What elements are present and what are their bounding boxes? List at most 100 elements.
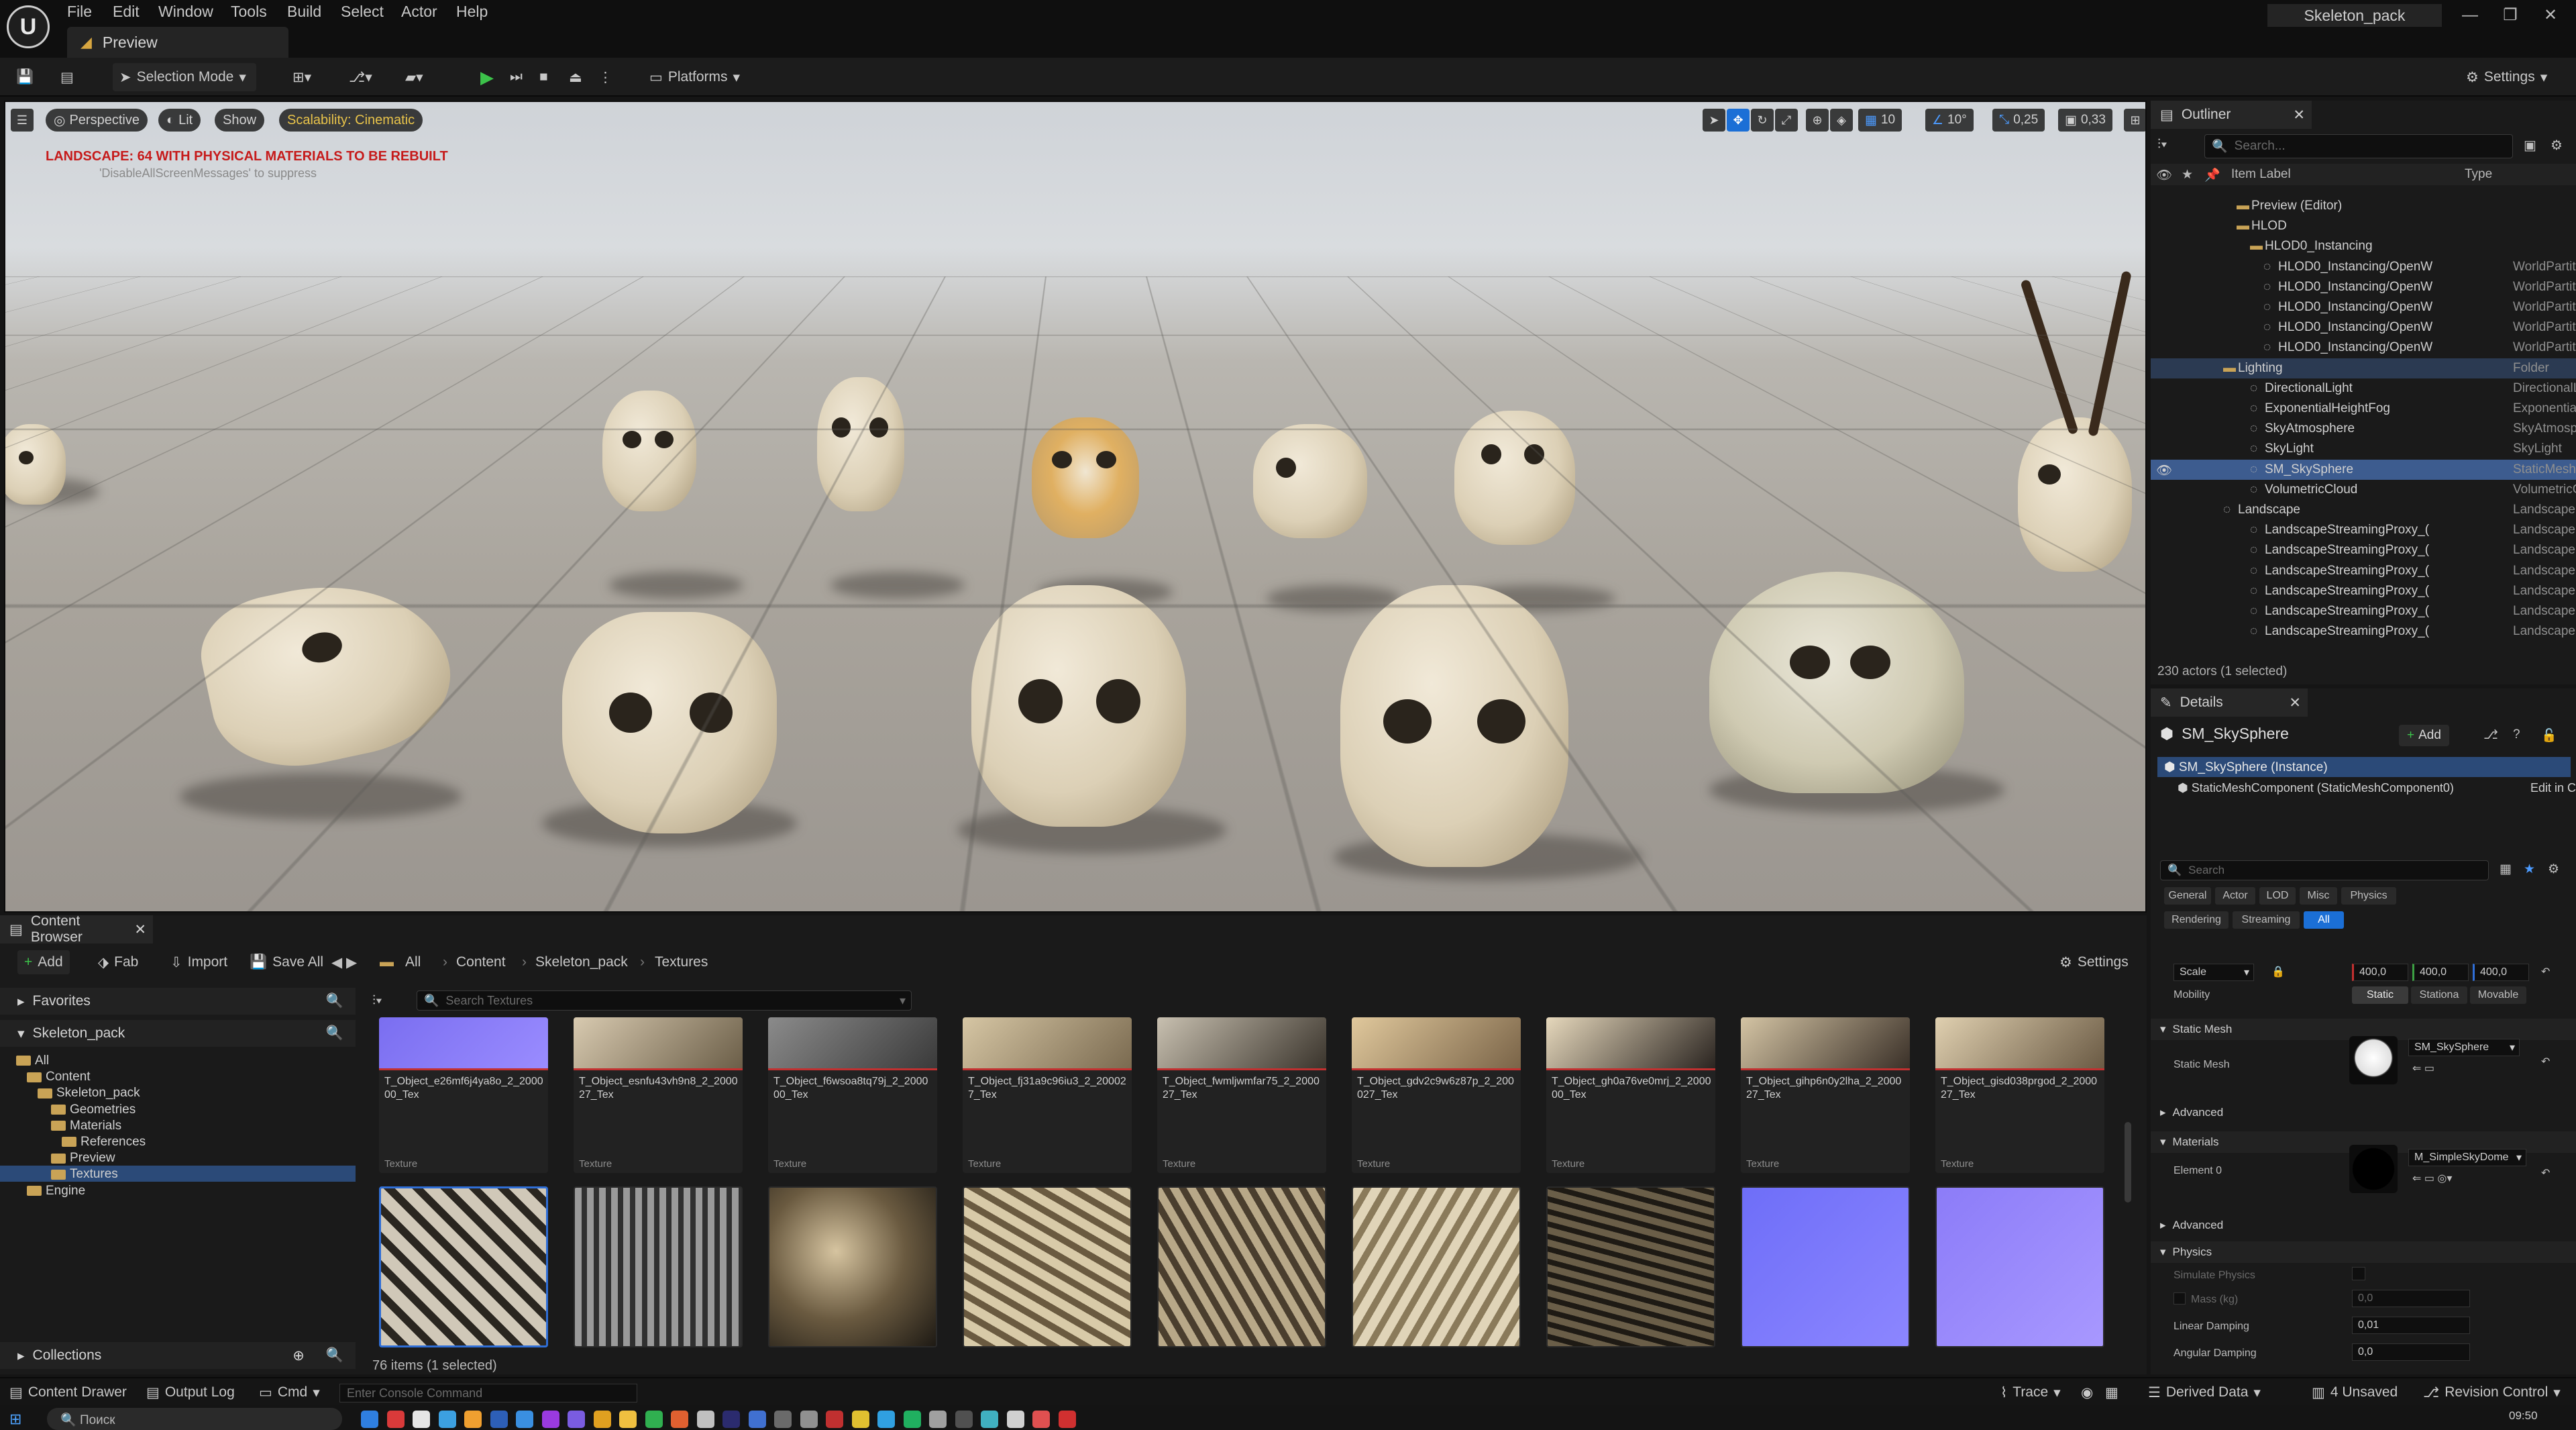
- play-icon[interactable]: ▶: [474, 63, 500, 91]
- breadcrumb-skeleton-pack[interactable]: Skeleton_pack: [535, 954, 628, 970]
- close-icon[interactable]: ✕: [2289, 695, 2301, 711]
- maximize-icon[interactable]: ❐: [2490, 4, 2530, 27]
- save-all-button[interactable]: 💾 Save All: [243, 950, 330, 974]
- outliner-row[interactable]: ◌ HLOD0_Instancing/OpenW WorldPartition: [2151, 317, 2576, 338]
- taskbar-app-icon[interactable]: [386, 1411, 405, 1428]
- taskbar-app-icon[interactable]: [1058, 1411, 1076, 1428]
- outliner-row[interactable]: ◌ HLOD0_Instancing/OpenW WorldPartition: [2151, 338, 2576, 358]
- browse-icon[interactable]: ▤: [54, 63, 80, 91]
- breadcrumb-all[interactable]: All: [405, 954, 421, 970]
- breadcrumb-content[interactable]: Content: [456, 954, 506, 970]
- taskbar-app-icon[interactable]: [645, 1411, 663, 1428]
- favorites-header[interactable]: ▸ Favorites 🔍: [0, 988, 356, 1015]
- advanced-section[interactable]: ▸ Advanced: [2151, 1215, 2576, 1236]
- angular-damping-input[interactable]: 0,0: [2352, 1343, 2470, 1361]
- outliner-row[interactable]: ◌ SkyLight SkyLight: [2151, 439, 2576, 459]
- add-collection-icon[interactable]: ⊕: [292, 1347, 305, 1364]
- taskbar-app-icon[interactable]: [438, 1411, 456, 1428]
- details-search[interactable]: 🔍 Search: [2160, 860, 2489, 880]
- outliner-tab[interactable]: ▤ Outliner ✕: [2151, 101, 2312, 129]
- scale-tool-icon[interactable]: ⤢: [1775, 109, 1798, 132]
- material-thumbnail[interactable]: [2349, 1145, 2398, 1193]
- folder-tree-item[interactable]: Content: [0, 1068, 356, 1084]
- stop-icon[interactable]: ■: [533, 63, 555, 91]
- outliner-row[interactable]: ◌ LandscapeStreamingProxy_(LandscapeStre: [2151, 601, 2576, 621]
- close-icon[interactable]: ✕: [2530, 4, 2571, 27]
- folder-tree-item[interactable]: Materials: [0, 1117, 356, 1133]
- folder-tree-item[interactable]: Textures: [0, 1166, 356, 1182]
- skull-model[interactable]: [1454, 411, 1575, 545]
- outliner-row[interactable]: ▬ Preview (Editor): [2151, 196, 2576, 216]
- record-icon[interactable]: ◉: [2081, 1382, 2093, 1402]
- menu-help[interactable]: Help: [456, 3, 488, 21]
- mobility-static[interactable]: Static: [2352, 986, 2408, 1004]
- camera-speed-button[interactable]: ▣ 0,33: [2058, 109, 2112, 132]
- add-actor-icon[interactable]: ⊞▾: [286, 63, 318, 91]
- visibility-icon[interactable]: 👁: [2156, 462, 2172, 478]
- asset-tile[interactable]: T_Object_gisd038prgod_2_200027_Tex Textur…: [1935, 1017, 2104, 1173]
- cmd-dropdown[interactable]: ▭ Cmd ▾: [259, 1382, 320, 1402]
- folder-tree-item[interactable]: Engine: [0, 1182, 356, 1198]
- folder-tree-item[interactable]: References: [0, 1133, 356, 1150]
- filter-general[interactable]: General: [2164, 887, 2211, 905]
- table-view-icon[interactable]: ▦: [2500, 862, 2512, 877]
- search-icon[interactable]: 🔍: [326, 993, 343, 1009]
- select-tool-icon[interactable]: ➤: [1703, 109, 1725, 132]
- add-folder-icon[interactable]: ▣: [2524, 137, 2536, 154]
- filter-icon[interactable]: ⫶▾: [372, 993, 382, 1009]
- lock-ratio-icon[interactable]: 🔒: [2271, 965, 2285, 978]
- skull-model[interactable]: [1253, 424, 1367, 538]
- instance-row[interactable]: ⬢ SM_SkySphere (Instance): [2157, 757, 2571, 777]
- item-label-header[interactable]: Item Label: [2231, 167, 2291, 182]
- asset-tile-thumbnail[interactable]: [379, 1186, 548, 1347]
- skull-model[interactable]: [817, 377, 904, 511]
- filter-rendering[interactable]: Rendering: [2164, 911, 2229, 929]
- outliner-row[interactable]: ◌ HLOD0_Instancing/OpenW WorldPartition: [2151, 297, 2576, 317]
- asset-tile-thumbnail[interactable]: [1741, 1186, 1910, 1347]
- skull-model[interactable]: [602, 391, 696, 511]
- taskbar-app-icon[interactable]: [464, 1411, 482, 1428]
- skysphere-thumbnail[interactable]: [2349, 1036, 2398, 1084]
- outliner-row[interactable]: ◌ LandscapeStreamingProxy_(LandscapeStre: [2151, 520, 2576, 540]
- taskbar-app-icon[interactable]: [851, 1411, 869, 1428]
- type-header[interactable]: Type: [2465, 167, 2492, 182]
- linear-damping-input[interactable]: 0,01: [2352, 1317, 2470, 1334]
- taskbar-app-icon[interactable]: [748, 1411, 766, 1428]
- rotate-tool-icon[interactable]: ↻: [1751, 109, 1774, 132]
- asset-tile-thumbnail[interactable]: [1352, 1186, 1521, 1347]
- use-selected-icon[interactable]: ⇐ ▭: [2412, 1062, 2434, 1075]
- outliner-row[interactable]: ◌ DirectionalLight DirectionalLigh: [2151, 378, 2576, 399]
- outliner-row[interactable]: 👁 ◌ SM_SkySphere StaticMeshAct: [2151, 459, 2576, 480]
- taskbar-app-icon[interactable]: [774, 1411, 792, 1428]
- unsaved-button[interactable]: ▥ 4 Unsaved: [2312, 1382, 2398, 1402]
- fox-skull-model[interactable]: [971, 585, 1186, 827]
- filter-physics[interactable]: Physics: [2341, 887, 2396, 905]
- taskbar-app-icon[interactable]: [955, 1411, 973, 1428]
- taskbar-app-icon[interactable]: [516, 1411, 533, 1428]
- component-row[interactable]: ⬢ StaticMeshComponent (StaticMeshCompone…: [2178, 781, 2454, 795]
- fox-skull-model[interactable]: [1340, 585, 1568, 867]
- search-icon[interactable]: 🔍: [326, 1025, 343, 1041]
- menu-file[interactable]: File: [67, 3, 92, 21]
- outliner-row[interactable]: ◌ LandscapeStreamingProxy_(LandscapeStre: [2151, 581, 2576, 601]
- asset-search[interactable]: 🔍 Search Textures ▾: [417, 990, 912, 1011]
- selection-mode-dropdown[interactable]: ➤ Selection Mode ▾: [113, 63, 256, 91]
- content-drawer-button[interactable]: ▤ Content Drawer: [9, 1382, 127, 1402]
- taskbar-app-icon[interactable]: [696, 1411, 714, 1428]
- surface-snap-icon[interactable]: ◈: [1830, 109, 1853, 132]
- perspective-button[interactable]: ◎ Perspective: [46, 109, 148, 132]
- folder-tree-item[interactable]: Preview: [0, 1150, 356, 1166]
- filter-icon[interactable]: ⫶▾: [2157, 137, 2167, 152]
- breadcrumb-textures[interactable]: Textures: [655, 954, 708, 970]
- outliner-row[interactable]: ▬ Lighting Folder: [2151, 358, 2576, 378]
- folder-tree-item[interactable]: Skeleton_pack: [0, 1084, 356, 1101]
- blueprint-icon[interactable]: ⎇▾: [342, 63, 379, 91]
- move-tool-icon[interactable]: ✥: [1727, 109, 1750, 132]
- console-input[interactable]: Enter Console Command: [339, 1384, 637, 1402]
- asset-tile-thumbnail[interactable]: [963, 1186, 1132, 1347]
- taskbar-app-icon[interactable]: [877, 1411, 895, 1428]
- mass-override-checkbox[interactable]: [2174, 1292, 2186, 1305]
- collections-header[interactable]: ▸ Collections ⊕ 🔍: [0, 1342, 356, 1369]
- outliner-row[interactable]: ◌ HLOD0_Instancing/OpenW WorldPartition: [2151, 257, 2576, 277]
- taskbar-app-icon[interactable]: [722, 1411, 740, 1428]
